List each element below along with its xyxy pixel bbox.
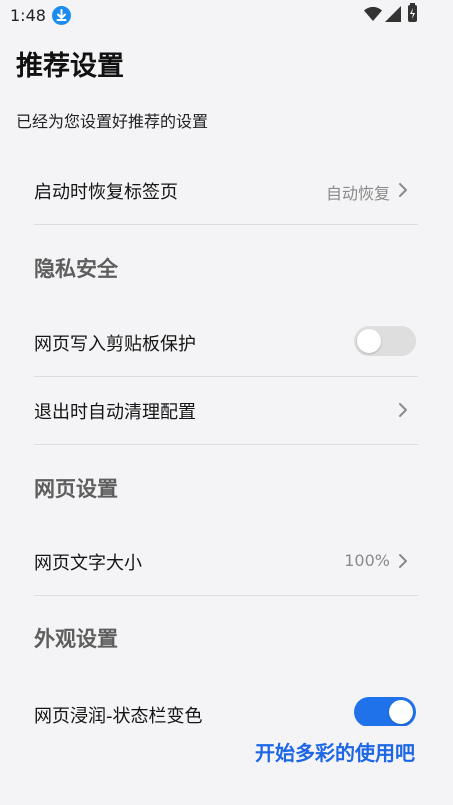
clipboard-protection-label: 网页写入剪贴板保护 xyxy=(34,334,196,355)
page-subtitle: 已经为您设置好推荐的设置 xyxy=(16,112,209,131)
immersive-status-bar-label: 网页浸润-状态栏变色 xyxy=(34,706,203,727)
font-size-label: 网页文字大小 xyxy=(34,553,142,574)
section-title-privacy: 隐私安全 xyxy=(34,257,118,281)
font-size-row[interactable]: 网页文字大小 100% xyxy=(34,527,418,595)
auto-clear-row[interactable]: 退出时自动清理配置 xyxy=(34,376,418,444)
auto-clear-label: 退出时自动清理配置 xyxy=(34,402,196,423)
divider xyxy=(34,595,418,596)
divider xyxy=(34,444,418,445)
status-time: 1:48 xyxy=(10,6,46,25)
start-using-button[interactable]: 开始多彩的使用吧 xyxy=(255,737,415,766)
section-title-appearance: 外观设置 xyxy=(34,627,118,651)
font-size-value: 100% xyxy=(344,551,390,570)
chevron-right-icon xyxy=(399,554,407,568)
clipboard-protection-row: 网页写入剪贴板保护 xyxy=(34,308,418,376)
clipboard-protection-toggle[interactable] xyxy=(354,326,416,356)
page-title: 推荐设置 xyxy=(16,51,124,82)
status-bar: 1:48 xyxy=(0,0,453,32)
toggle-knob xyxy=(389,700,413,724)
wifi-icon xyxy=(364,6,382,26)
restore-tabs-row[interactable]: 启动时恢复标签页 自动恢复 xyxy=(34,156,418,224)
toggle-knob xyxy=(357,329,381,353)
restore-tabs-label: 启动时恢复标签页 xyxy=(34,182,178,203)
immersive-status-bar-toggle[interactable] xyxy=(354,697,416,727)
signal-icon xyxy=(385,6,401,26)
restore-tabs-value: 自动恢复 xyxy=(325,184,390,203)
chevron-right-icon xyxy=(399,403,407,417)
section-title-web: 网页设置 xyxy=(34,477,118,501)
download-icon xyxy=(52,6,71,25)
divider xyxy=(34,224,418,225)
battery-icon xyxy=(408,3,417,22)
chevron-right-icon xyxy=(399,183,407,197)
